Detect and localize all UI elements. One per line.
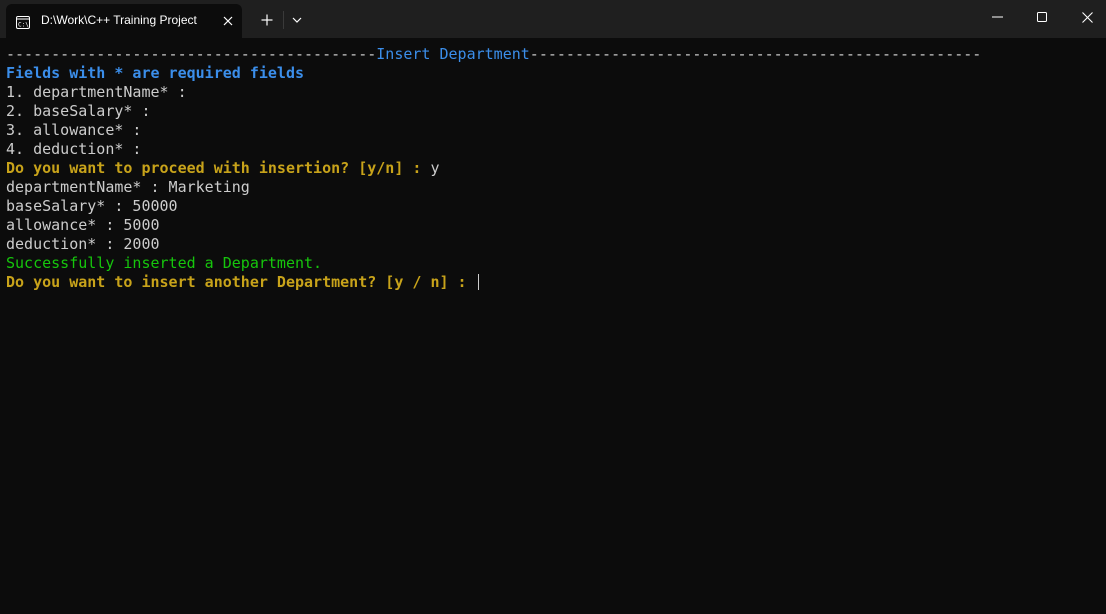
terminal-tab[interactable]: C:\ D:\Work\C++ Training Project [6,4,242,38]
header-rule-right: ----------------------------------------… [529,45,982,63]
entry-line: deduction* : 2000 [6,235,160,253]
tab-title: D:\Work\C++ Training Project [41,13,197,27]
header-rule-left: ----------------------------------------… [6,45,377,63]
tab-separator [283,11,284,29]
entry-line: departmentName* : Marketing [6,178,250,196]
success-message: Successfully inserted a Department. [6,254,323,272]
field-line: 3. allowance* : [6,121,142,139]
maximize-icon [1037,12,1047,22]
field-line: 2. baseSalary* : [6,102,151,120]
plus-icon [261,14,273,26]
svg-text:C:\: C:\ [18,22,29,29]
close-icon [1081,11,1093,23]
proceed-prompt-line: Do you want to proceed with insertion? [… [6,159,1102,178]
required-fields-note: Fields with * are required fields [6,64,305,82]
close-icon [223,16,233,26]
tab-dropdown-button[interactable] [287,9,307,31]
proceed-prompt: Do you want to proceed with insertion? [… [6,159,422,177]
proceed-answer: y [430,159,440,177]
section-header: ----------------------------------------… [6,45,1102,64]
another-prompt-line: Do you want to insert another Department… [6,273,1102,292]
header-title: Insert Department [376,45,530,63]
text-cursor[interactable] [477,274,479,290]
maximize-button[interactable] [1019,0,1065,34]
new-tab-button[interactable] [256,9,278,31]
terminal-output[interactable]: ----------------------------------------… [6,45,1102,605]
minimize-button[interactable] [974,0,1020,34]
title-bar: C:\ D:\Work\C++ Training Project [0,0,1106,38]
field-line: 1. departmentName* : [6,83,187,101]
chevron-down-icon [292,17,302,23]
field-line: 4. deduction* : [6,140,142,158]
close-tab-button[interactable] [218,11,238,31]
entry-line: baseSalary* : 50000 [6,197,178,215]
minimize-icon [991,16,1003,18]
entry-line: allowance* : 5000 [6,216,160,234]
close-window-button[interactable] [1064,0,1106,34]
another-prompt: Do you want to insert another Department… [6,273,467,291]
terminal-icon: C:\ [16,14,30,29]
